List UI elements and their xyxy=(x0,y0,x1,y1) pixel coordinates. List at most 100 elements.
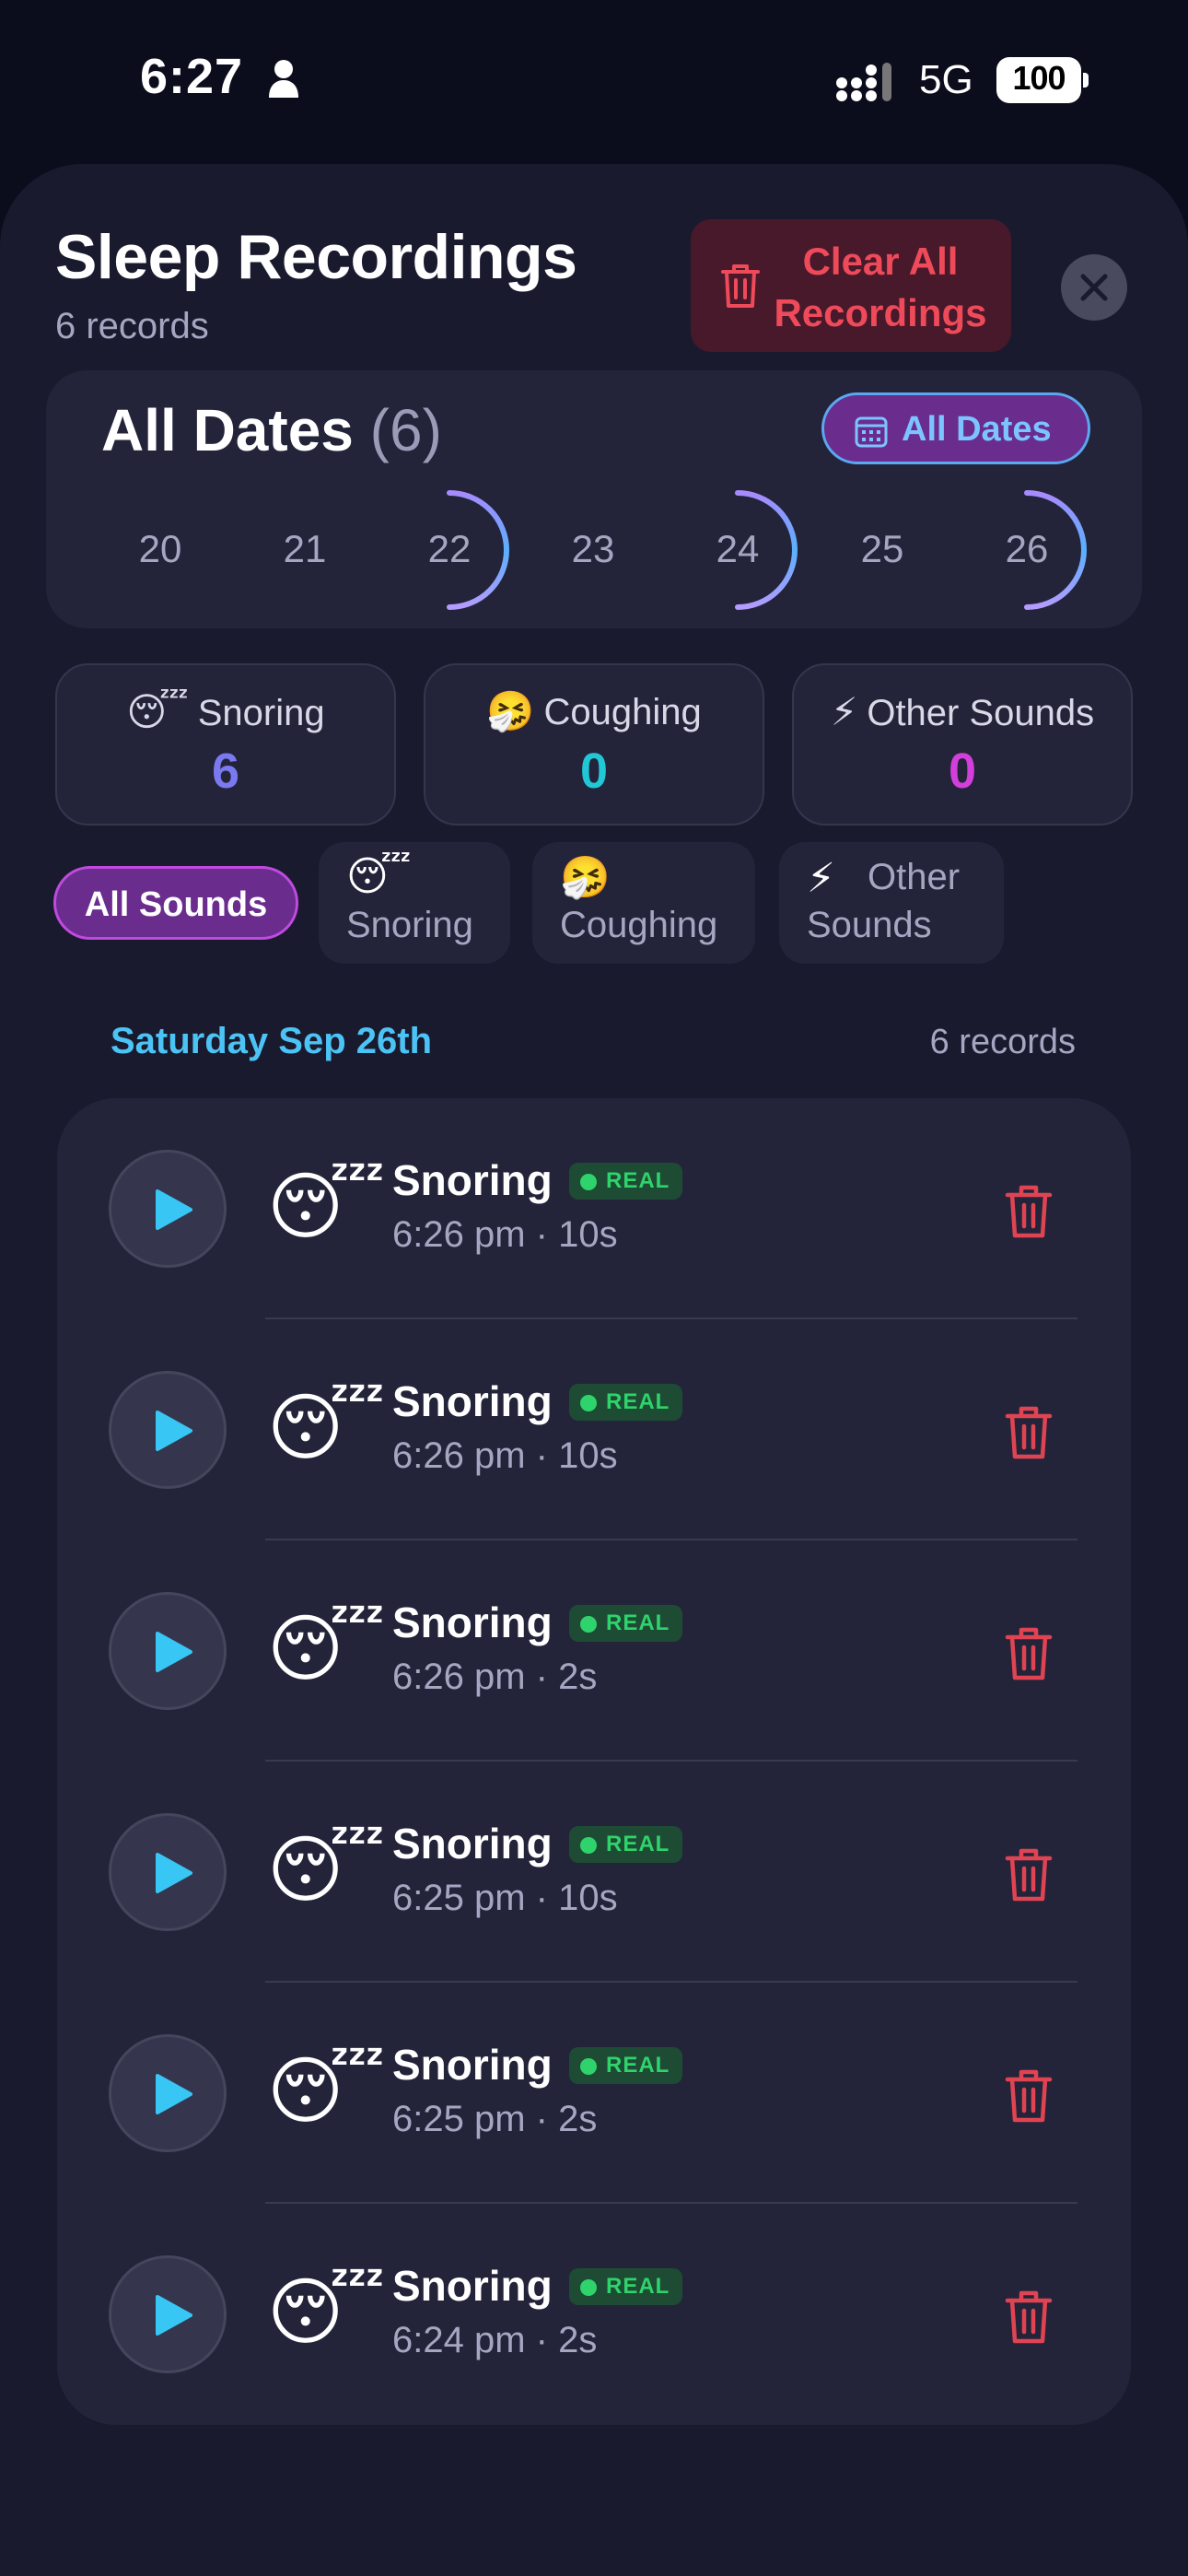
filter-snoring[interactable]: 😴 Snoring xyxy=(319,842,510,964)
recording-ring-icon xyxy=(1024,490,1087,610)
stat-label: Coughing xyxy=(543,692,702,732)
stat-emoji-icon: 🤧 xyxy=(486,689,535,732)
all-dates-button[interactable]: All Dates xyxy=(821,392,1090,464)
sleeping-face-icon: 😴 xyxy=(267,1387,386,1469)
stat-value: 0 xyxy=(579,744,609,799)
stat-value: 0 xyxy=(948,744,977,799)
day-5[interactable]: 25 xyxy=(836,527,928,571)
real-badge: REAL xyxy=(569,1605,683,1642)
date-filter-heading: All Dates (6) xyxy=(101,396,442,464)
status-bar: 6:27 5G 100 xyxy=(0,0,1188,157)
stat-value: 6 xyxy=(211,744,240,799)
play-button[interactable] xyxy=(109,1592,227,1710)
recording-title: Snoring xyxy=(392,1820,553,1868)
close-icon xyxy=(1080,274,1108,301)
recording-ring-icon xyxy=(735,490,798,610)
recording-meta: 6:24 pm · 2s xyxy=(392,2320,598,2360)
filter-coughing[interactable]: 🤧 Coughing xyxy=(532,842,755,964)
sleeping-face-icon: 😴 xyxy=(267,2271,386,2353)
recording-meta: 6:26 pm · 2s xyxy=(392,1657,598,1697)
stat-head: 🤧 Coughing xyxy=(425,689,763,734)
status-dot-icon xyxy=(580,1836,597,1854)
play-button[interactable] xyxy=(109,2034,227,2152)
recording-row: 😴 Snoring REAL 6:26 pm · 2s xyxy=(57,1540,1131,1762)
sleeping-face-icon: 😴 xyxy=(267,1829,386,1911)
recording-title: Snoring xyxy=(392,2262,553,2310)
stat-label: Other Sounds xyxy=(867,693,1095,733)
real-badge: REAL xyxy=(569,2268,683,2305)
stat-card-snoring: 😴 Snoring 6 xyxy=(55,663,396,825)
real-badge-label: REAL xyxy=(606,1168,670,1193)
recording-meta: 6:26 pm · 10s xyxy=(392,1435,618,1476)
status-dot-icon xyxy=(580,2057,597,2075)
recording-row: 😴 Snoring REAL 6:26 pm · 10s xyxy=(57,1098,1131,1319)
sneezing-face-icon: 🤧 xyxy=(560,855,611,900)
real-badge: REAL xyxy=(569,1384,683,1421)
page-title: Sleep Recordings xyxy=(55,222,577,292)
recording-title: Snoring xyxy=(392,1156,553,1204)
stat-head: 😴 Snoring xyxy=(57,689,394,734)
recording-meta: 6:25 pm · 10s xyxy=(392,1878,618,1918)
delete-trash-icon[interactable] xyxy=(1004,1404,1054,1461)
day-1[interactable]: 21 xyxy=(259,527,351,571)
filter-snoring-label: Snoring xyxy=(346,905,473,945)
recording-row: 😴 Snoring REAL 6:25 pm · 10s xyxy=(57,1762,1131,1983)
real-badge: REAL xyxy=(569,2047,683,2084)
clear-all-label: Clear All Recordings xyxy=(774,240,987,334)
delete-trash-icon[interactable] xyxy=(1004,2289,1054,2346)
day-3[interactable]: 23 xyxy=(547,527,639,571)
recording-title: Snoring xyxy=(392,1377,553,1425)
stat-card-other-sounds: ⚡ Other Sounds 0 xyxy=(792,663,1133,825)
real-badge-label: REAL xyxy=(606,2274,670,2299)
play-button[interactable] xyxy=(109,1150,227,1268)
real-badge-label: REAL xyxy=(606,1389,670,1414)
delete-trash-icon[interactable] xyxy=(1004,1625,1054,1682)
close-button[interactable] xyxy=(1061,254,1127,321)
recording-row: 😴 Snoring REAL 6:26 pm · 10s xyxy=(57,1319,1131,1540)
real-badge-label: REAL xyxy=(606,1832,670,1856)
play-icon xyxy=(156,2295,192,2336)
delete-trash-icon[interactable] xyxy=(1004,1846,1054,1903)
play-button[interactable] xyxy=(109,1813,227,1931)
stat-emoji-icon: 😴 xyxy=(126,690,189,733)
recording-row: 😴 Snoring REAL 6:24 pm · 2s xyxy=(57,2204,1131,2425)
delete-trash-icon[interactable] xyxy=(1004,1183,1054,1240)
filter-coughing-label: Coughing xyxy=(560,905,718,945)
recording-row: 😴 Snoring REAL 6:25 pm · 2s xyxy=(57,1983,1131,2204)
stat-head: ⚡ Other Sounds xyxy=(794,689,1131,734)
status-dot-icon xyxy=(580,1615,597,1633)
play-icon xyxy=(156,1853,192,1893)
recording-meta: 6:25 pm · 2s xyxy=(392,2099,598,2139)
filter-other-label-top: Other xyxy=(868,857,961,897)
filter-other-sounds[interactable]: ⚡ Other Sounds xyxy=(779,842,1004,964)
all-dates-label: All Dates xyxy=(902,410,1052,449)
real-badge: REAL xyxy=(569,1826,683,1863)
status-time: 6:27 xyxy=(140,49,244,104)
recording-ring-icon xyxy=(447,490,509,610)
delete-trash-icon[interactable] xyxy=(1004,2067,1054,2125)
play-button[interactable] xyxy=(109,2255,227,2373)
filter-all-sounds-label: All Sounds xyxy=(84,885,268,924)
recordings-list: 😴 Snoring REAL 6:26 pm · 10s 😴 Snoring REAL 6:2… xyxy=(57,1098,1131,2425)
sleeping-face-icon: 😴 xyxy=(267,1608,386,1690)
section-date: Saturday Sep 26th xyxy=(111,1021,433,1061)
person-icon xyxy=(269,60,298,98)
status-dot-icon xyxy=(580,2278,597,2296)
recording-title: Snoring xyxy=(392,1598,553,1646)
section-count: 6 records xyxy=(929,1023,1076,1061)
filter-all-sounds[interactable]: All Sounds xyxy=(53,866,298,940)
cellular-signal-icon xyxy=(836,63,891,101)
network-type: 5G xyxy=(919,57,973,102)
sleeping-face-icon: 😴 xyxy=(267,2050,386,2132)
play-button[interactable] xyxy=(109,1371,227,1489)
stat-label: Snoring xyxy=(197,693,325,733)
day-0[interactable]: 20 xyxy=(114,527,206,571)
clear-all-button[interactable]: Clear All Recordings xyxy=(691,219,1011,352)
screen: 6:27 5G 100 Sleep Recordings 6 records C… xyxy=(0,0,1188,2576)
trash-icon xyxy=(721,264,760,308)
play-icon xyxy=(156,1632,192,1672)
status-dot-icon xyxy=(580,1394,597,1411)
stat-emoji-icon: ⚡ xyxy=(830,690,858,733)
play-icon xyxy=(156,1189,192,1230)
play-icon xyxy=(156,2074,192,2114)
